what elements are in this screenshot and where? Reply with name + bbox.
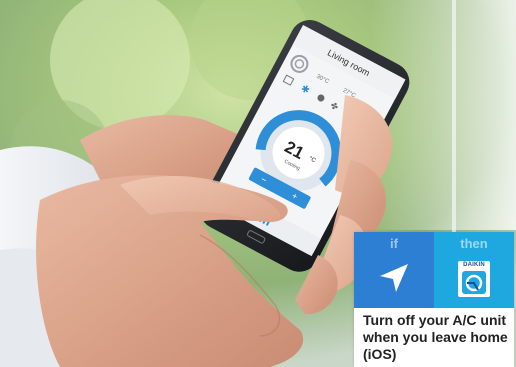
photo-scene: Living room 30°C 27°C ✱ ✤ I 21 °C Coolin… xyxy=(0,0,516,367)
then-label: then xyxy=(460,236,488,251)
if-label: if xyxy=(390,236,398,251)
location-arrow-icon xyxy=(380,264,408,292)
daikin-logo-text: DAIKIN xyxy=(463,262,485,268)
action-panel: then DAIKIN xyxy=(434,232,514,308)
recipe-title: Turn off your A/C unit when you leave ho… xyxy=(363,312,508,362)
recipe-card[interactable]: if then DAIKIN Turn off your A/C unit wh… xyxy=(354,232,514,367)
trigger-panel: if xyxy=(354,232,434,308)
daikin-logo: DAIKIN xyxy=(458,261,490,297)
daikin-app-icon xyxy=(462,271,486,294)
